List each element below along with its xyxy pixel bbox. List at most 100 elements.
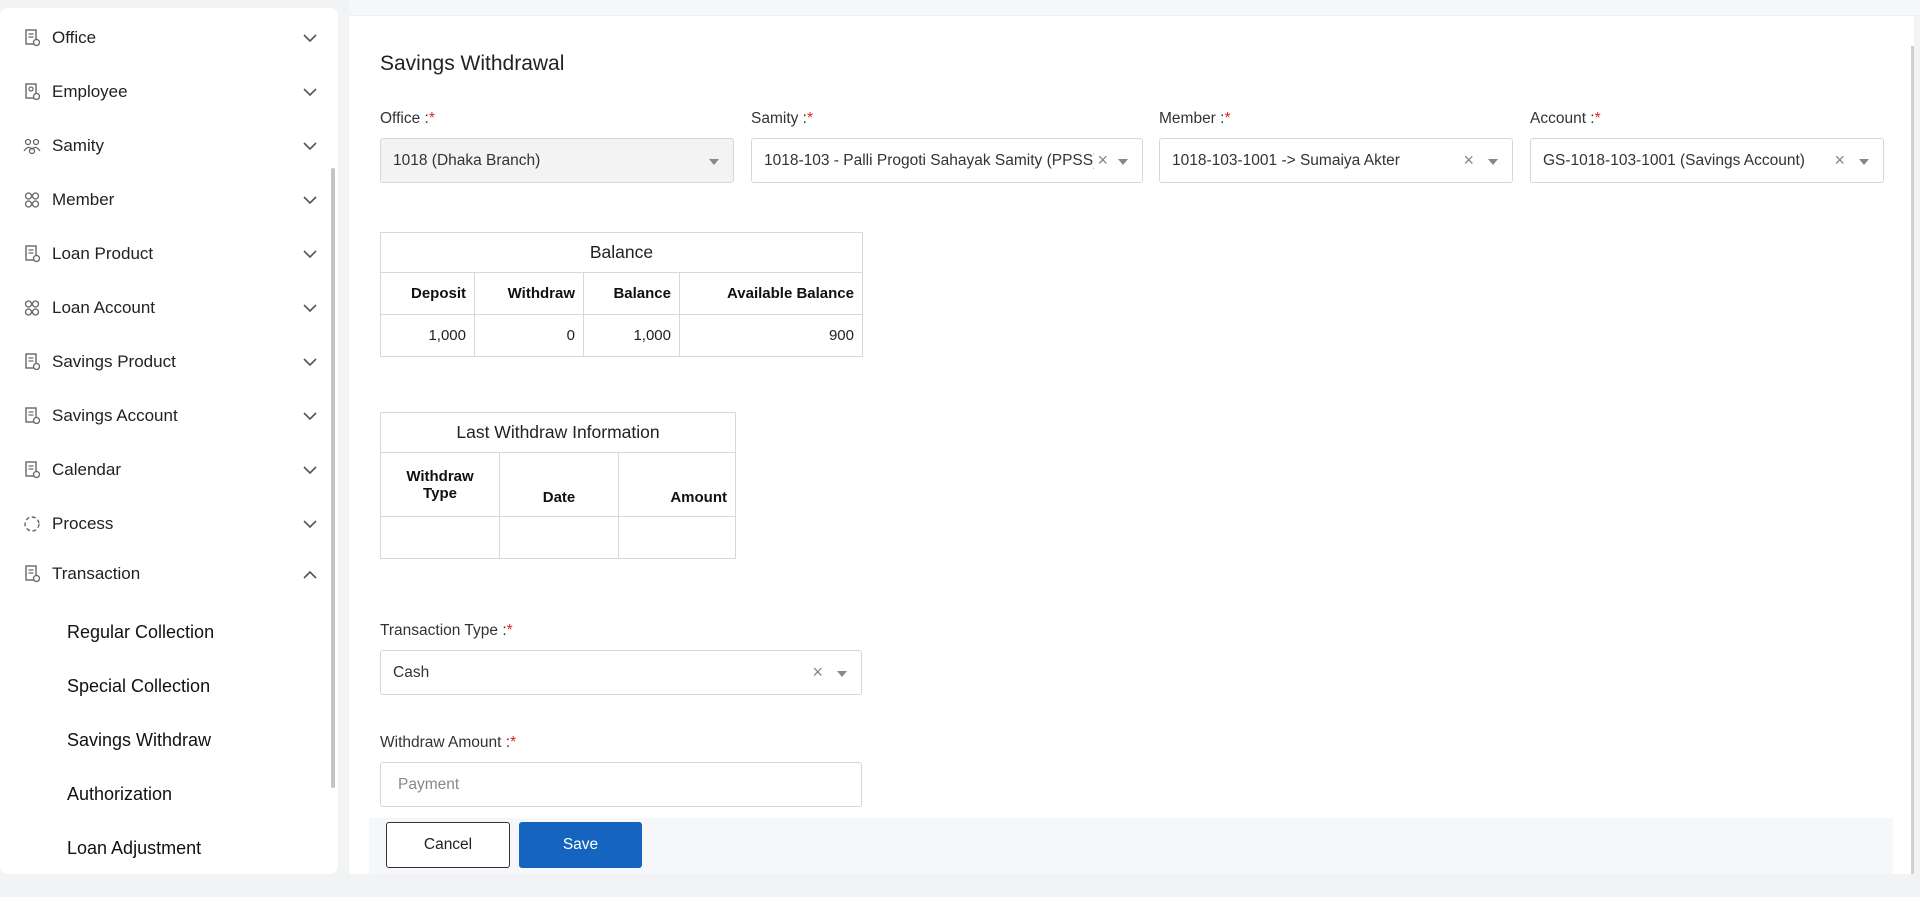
page-title: Savings Withdrawal [380,52,565,75]
withdraw-amount-input[interactable] [380,762,862,807]
balance-cell-balance: 1,000 [583,314,680,357]
document-icon [22,28,42,48]
sidebar-item-label: Employee [52,82,128,101]
sidebar-scrollbar[interactable] [331,168,335,788]
balance-header-balance: Balance [583,272,680,315]
transaction-type-value: Cash [393,663,430,681]
sidebar-item-process[interactable]: Process [0,497,330,551]
transaction-type-select[interactable]: Cash × [380,650,862,695]
withdraw-amount-label-text: Withdraw Amount : [380,734,511,751]
sidebar-item-label: Savings Product [52,352,176,371]
balance-header-withdraw: Withdraw [474,272,584,315]
save-button[interactable]: Save [519,822,642,868]
member-label: Member :* [1159,110,1231,128]
balance-table-caption: Balance [380,232,863,273]
balance-header-available: Available Balance [679,272,863,315]
caret-down-icon [709,159,719,165]
sidebar-item-label: Calendar [52,460,121,479]
last-withdraw-caption: Last Withdraw Information [380,412,736,453]
clear-icon[interactable]: × [1463,151,1474,169]
last-withdraw-header-date: Date [499,452,619,517]
samity-select[interactable]: 1018-103 - Palli Progoti Sahayak Samity … [751,138,1143,183]
balance-cell-available: 900 [679,314,863,357]
sidebar-subitem-loan-adjustment[interactable]: Loan Adjustment [67,838,201,859]
required-mark: * [428,110,435,127]
office-label-text: Office : [380,110,429,127]
account-select-value: GS-1018-103-1001 (Savings Account) [1543,151,1805,169]
account-label-text: Account : [1530,110,1595,127]
chevron-down-icon [302,408,318,424]
process-icon [22,514,42,534]
transaction-type-label-text: Transaction Type : [380,622,507,639]
sidebar-item-savings-product[interactable]: Savings Product [0,335,330,389]
office-select[interactable]: 1018 (Dhaka Branch) [380,138,734,183]
balance-table: Balance Deposit Withdraw Balance Availab… [380,232,863,357]
clear-icon[interactable]: × [1834,151,1845,169]
sidebar-item-employee[interactable]: Employee [0,65,330,119]
chevron-up-icon [302,566,318,582]
caret-down-icon [1488,159,1498,165]
sidebar: Office Employee Samity Member Loan Produ… [0,8,338,874]
sidebar-item-savings-account[interactable]: Savings Account [0,389,330,443]
sidebar-item-samity[interactable]: Samity [0,119,330,173]
required-mark: * [806,110,814,127]
document-icon [22,352,42,372]
caret-down-icon [837,671,847,677]
document-icon [22,564,42,584]
account-select[interactable]: GS-1018-103-1001 (Savings Account) × [1530,138,1884,183]
last-withdraw-cell-amount [618,516,736,559]
document-icon [22,406,42,426]
sidebar-item-label: Savings Account [52,406,178,425]
sidebar-subitem-savings-withdraw[interactable]: Savings Withdraw [67,730,211,751]
balance-cell-deposit: 1,000 [380,314,475,357]
transaction-type-label: Transaction Type :* [380,622,513,640]
users-icon [22,298,42,318]
member-select[interactable]: 1018-103-1001 -> Sumaiya Akter × [1159,138,1513,183]
office-label: Office :* [380,110,435,128]
samity-select-value: 1018-103 - Palli Progoti Sahayak Samity … [764,151,1094,169]
chevron-down-icon [302,516,318,532]
chevron-down-icon [302,246,318,262]
samity-label: Samity :* [751,110,813,128]
withdraw-amount-label: Withdraw Amount :* [380,734,516,752]
main-content: Savings Withdrawal Office :* 1018 (Dhaka… [349,16,1914,874]
required-mark: * [1594,110,1601,127]
chevron-down-icon [302,84,318,100]
sidebar-item-loan-account[interactable]: Loan Account [0,281,330,335]
chevron-down-icon [302,300,318,316]
table-row [380,516,736,559]
samity-label-text: Samity : [751,110,807,127]
sidebar-item-office[interactable]: Office [0,11,330,65]
sidebar-item-label: Transaction [52,564,141,583]
main-scrollbar[interactable] [1911,46,1914,874]
sidebar-subitem-special-collection[interactable]: Special Collection [67,676,210,697]
last-withdraw-cell-type [380,516,500,559]
balance-cell-withdraw: 0 [474,314,584,357]
group-icon [22,136,42,156]
clear-icon[interactable]: × [1097,151,1108,169]
users-icon [22,190,42,210]
caret-down-icon [1118,159,1128,165]
sidebar-item-transaction[interactable]: Transaction [0,547,330,601]
sidebar-subitem-regular-collection[interactable]: Regular Collection [67,622,214,643]
last-withdraw-cell-date [499,516,619,559]
table-row: 1,000 0 1,000 900 [380,314,863,357]
sidebar-subitem-authorization[interactable]: Authorization [67,784,172,805]
sidebar-item-loan-product[interactable]: Loan Product [0,227,330,281]
last-withdraw-header-type: Withdraw Type [380,452,500,517]
account-label: Account :* [1530,110,1601,128]
chevron-down-icon [302,192,318,208]
cancel-button[interactable]: Cancel [386,822,510,868]
chevron-down-icon [302,138,318,154]
sidebar-item-label: Samity [52,136,104,155]
member-label-text: Member : [1159,110,1225,127]
chevron-down-icon [302,462,318,478]
sidebar-item-calendar[interactable]: Calendar [0,443,330,497]
sidebar-item-member[interactable]: Member [0,173,330,227]
chevron-down-icon [302,30,318,46]
sidebar-item-label: Process [52,514,114,533]
required-mark: * [506,622,513,639]
document-icon [22,460,42,480]
document-icon [22,244,42,264]
clear-icon[interactable]: × [812,663,823,681]
